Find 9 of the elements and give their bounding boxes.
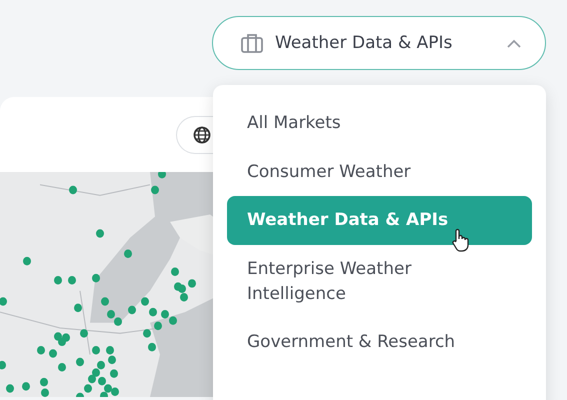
briefcase-icon xyxy=(241,33,263,53)
hand-cursor-icon xyxy=(451,228,469,252)
menu-item[interactable]: Consumer Weather xyxy=(227,148,532,196)
globe-icon xyxy=(193,126,211,144)
chevron-icon xyxy=(507,38,521,48)
menu-item[interactable]: All Markets xyxy=(227,99,532,148)
market-dropdown[interactable]: Weather Data & APIs xyxy=(212,16,546,70)
menu-item[interactable]: Government & Research xyxy=(227,318,532,367)
menu-item[interactable]: Enterprise Weather Intelligence xyxy=(227,244,532,318)
